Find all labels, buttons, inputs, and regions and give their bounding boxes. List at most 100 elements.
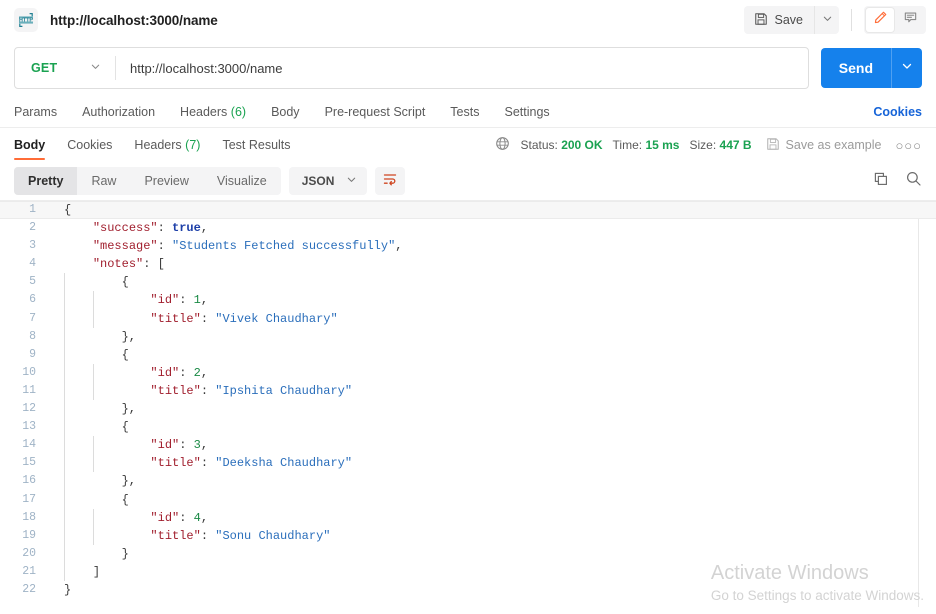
code-text: "title": "Deeksha Chaudhary" bbox=[58, 454, 936, 472]
status-badge: Status: 200 OK bbox=[520, 138, 602, 152]
save-button[interactable]: Save bbox=[744, 6, 815, 34]
line-number: 5 bbox=[0, 273, 46, 291]
tab-tests[interactable]: Tests bbox=[450, 105, 479, 119]
code-line: 8 }, bbox=[0, 328, 936, 346]
code-token-punct: }, bbox=[122, 474, 136, 488]
http-method-select[interactable]: GET bbox=[15, 48, 115, 88]
view-mode-preview[interactable]: Preview bbox=[130, 167, 202, 195]
indent-guide bbox=[93, 291, 94, 309]
http-protocol-icon: HTTP bbox=[14, 8, 38, 32]
code-text: "message": "Students Fetched successfull… bbox=[58, 237, 936, 255]
indent-guide bbox=[64, 328, 65, 346]
tab-pre-request-script[interactable]: Pre-request Script bbox=[325, 105, 426, 119]
code-indent bbox=[64, 239, 93, 253]
line-number: 13 bbox=[0, 418, 46, 436]
save-options-button[interactable] bbox=[814, 6, 839, 34]
top-bar-actions: Save bbox=[744, 6, 927, 34]
response-tab-headers[interactable]: Headers (7) bbox=[134, 128, 200, 162]
save-as-example-label: Save as example bbox=[786, 138, 882, 152]
edit-request-button[interactable] bbox=[866, 8, 894, 32]
code-token-str: "Students Fetched successfully" bbox=[172, 239, 395, 253]
tab-body-label: Body bbox=[271, 105, 300, 119]
code-token-punct: : bbox=[201, 456, 215, 470]
word-wrap-icon bbox=[382, 171, 398, 192]
code-line: 18 "id": 4, bbox=[0, 509, 936, 527]
tab-headers-label: Headers bbox=[180, 105, 227, 119]
code-text: "title": "Vivek Chaudhary" bbox=[58, 310, 936, 328]
view-mode-visualize[interactable]: Visualize bbox=[203, 167, 281, 195]
code-token-punct: } bbox=[122, 547, 129, 561]
indent-guide bbox=[64, 509, 65, 527]
response-more-options-button[interactable]: ○○○ bbox=[891, 138, 922, 153]
tab-headers[interactable]: Headers (6) bbox=[180, 105, 246, 119]
code-line: 1{ bbox=[0, 201, 936, 219]
code-token-num: 3 bbox=[194, 438, 201, 452]
code-token-punct: : bbox=[179, 511, 193, 525]
code-indent bbox=[64, 348, 122, 362]
word-wrap-button[interactable] bbox=[375, 167, 405, 195]
tab-authorization[interactable]: Authorization bbox=[82, 105, 155, 119]
indent-guide bbox=[93, 310, 94, 328]
code-line: 6 "id": 1, bbox=[0, 291, 936, 309]
request-tabs: Params Authorization Headers (6) Body Pr… bbox=[0, 96, 936, 128]
code-token-punct: : [ bbox=[143, 257, 165, 271]
code-token-key: "title" bbox=[150, 529, 200, 543]
copy-button[interactable] bbox=[873, 171, 889, 192]
top-bar: HTTP http://localhost:3000/name Save bbox=[0, 0, 936, 40]
view-mode-raw[interactable]: Raw bbox=[77, 167, 130, 195]
code-indent bbox=[64, 293, 150, 307]
code-token-key: "id" bbox=[150, 438, 179, 452]
indent-guide bbox=[64, 545, 65, 563]
code-text: { bbox=[58, 273, 936, 291]
response-tab-body-label: Body bbox=[14, 138, 45, 152]
url-input[interactable] bbox=[116, 61, 808, 76]
indent-guide bbox=[64, 418, 65, 436]
save-as-example-button[interactable]: Save as example bbox=[766, 137, 882, 154]
code-text: }, bbox=[58, 400, 936, 418]
svg-text:HTTP: HTTP bbox=[19, 18, 33, 24]
request-title: http://localhost:3000/name bbox=[50, 13, 218, 28]
send-button[interactable]: Send bbox=[821, 48, 891, 88]
line-number: 2 bbox=[0, 219, 46, 237]
response-header: Body Cookies Headers (7) Test Results St… bbox=[0, 128, 936, 162]
code-line: 19 "title": "Sonu Chaudhary" bbox=[0, 527, 936, 545]
code-token-num: 1 bbox=[194, 293, 201, 307]
code-text: { bbox=[58, 418, 936, 436]
code-line: 20 } bbox=[0, 545, 936, 563]
response-tab-test-results[interactable]: Test Results bbox=[222, 128, 290, 162]
code-text: "id": 3, bbox=[58, 436, 936, 454]
comments-button[interactable] bbox=[896, 8, 924, 32]
line-number: 11 bbox=[0, 382, 46, 400]
line-number: 7 bbox=[0, 310, 46, 328]
response-tab-body[interactable]: Body bbox=[14, 128, 45, 162]
indent-guide bbox=[64, 273, 65, 291]
tab-params[interactable]: Params bbox=[14, 105, 57, 119]
floppy-disk-icon bbox=[754, 12, 768, 29]
code-token-punct: , bbox=[201, 366, 208, 380]
line-number: 17 bbox=[0, 491, 46, 509]
code-token-punct: { bbox=[122, 348, 129, 362]
cookies-link[interactable]: Cookies bbox=[873, 105, 922, 119]
tab-body[interactable]: Body bbox=[271, 105, 300, 119]
response-tab-cookies-label: Cookies bbox=[67, 138, 112, 152]
chevron-down-icon bbox=[822, 11, 833, 29]
request-url-field: GET bbox=[14, 47, 809, 89]
send-options-button[interactable] bbox=[891, 48, 922, 88]
response-tab-cookies[interactable]: Cookies bbox=[67, 128, 112, 162]
indent-guide bbox=[64, 400, 65, 418]
indent-guide bbox=[64, 472, 65, 490]
search-button[interactable] bbox=[905, 170, 922, 192]
tab-tests-label: Tests bbox=[450, 105, 479, 119]
code-text: } bbox=[58, 545, 936, 563]
code-token-punct: { bbox=[122, 493, 129, 507]
response-format-select[interactable]: JSON bbox=[289, 167, 368, 195]
code-token-key: "message" bbox=[93, 239, 158, 253]
code-text: "notes": [ bbox=[58, 255, 936, 273]
response-body-editor[interactable]: 1{2 "success": true,3 "message": "Studen… bbox=[0, 200, 936, 607]
code-text: { bbox=[58, 346, 936, 364]
tab-params-label: Params bbox=[14, 105, 57, 119]
view-mode-pretty[interactable]: Pretty bbox=[14, 167, 77, 195]
indent-guide bbox=[93, 509, 94, 527]
line-number: 12 bbox=[0, 400, 46, 418]
tab-settings[interactable]: Settings bbox=[504, 105, 549, 119]
